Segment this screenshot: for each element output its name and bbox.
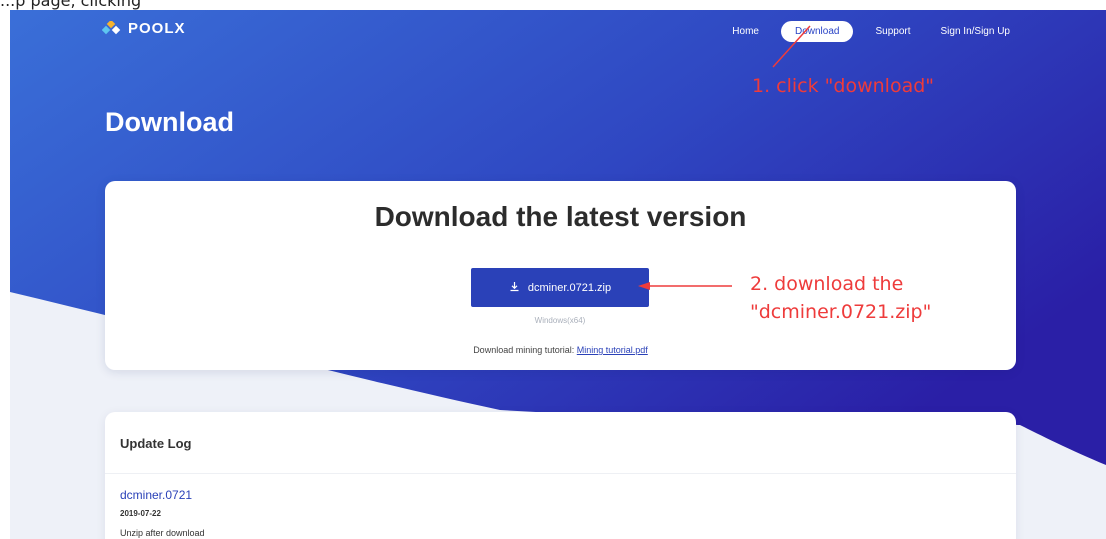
annotation-step-1: 1. click "download": [752, 75, 935, 97]
nav-home[interactable]: Home: [724, 21, 767, 42]
divider: [105, 473, 1016, 474]
download-zip-button[interactable]: dcminer.0721.zip: [471, 268, 649, 307]
download-button-label: dcminer.0721.zip: [527, 281, 612, 294]
tutorial-link[interactable]: Mining tutorial.pdf: [577, 345, 648, 355]
annotation-step-2-line-1: 2. download the: [750, 273, 904, 295]
log-date: 2019-07-22: [120, 509, 161, 518]
download-page: POOLX Home Download Support Sign In/Sign…: [10, 10, 1106, 539]
annotation-step-2-line-2: "dcminer.0721.zip": [750, 301, 932, 323]
nav-download[interactable]: Download: [780, 21, 854, 42]
nav-sign-in[interactable]: Sign In/Sign Up: [933, 21, 1019, 42]
logo-text: POOLX: [128, 20, 186, 37]
caption-strip: ...p page, clicking: [0, 0, 1106, 10]
caption-text: ...p page, clicking: [0, 0, 142, 10]
logo[interactable]: POOLX: [101, 19, 186, 37]
log-note: Unzip after download: [120, 528, 205, 538]
platform-label: Windows(x64): [534, 316, 586, 325]
download-icon: [509, 281, 520, 295]
update-log-card: Update Log dcminer.0721 2019-07-22 Unzip…: [105, 412, 1016, 539]
annotation-step-2: 2. download the "dcminer.0721.zip": [750, 270, 931, 326]
tutorial-line: Download mining tutorial: Mining tutoria…: [105, 345, 1016, 355]
tutorial-prefix: Download mining tutorial:: [473, 345, 575, 355]
logo-icon: [101, 19, 122, 37]
log-version[interactable]: dcminer.0721: [120, 488, 192, 502]
nav-support[interactable]: Support: [867, 21, 918, 42]
update-log-title: Update Log: [120, 436, 192, 451]
page-title: Download: [105, 107, 234, 137]
download-card-title: Download the latest version: [374, 201, 747, 232]
top-nav: Home Download Support Sign In/Sign Up: [724, 21, 1018, 42]
